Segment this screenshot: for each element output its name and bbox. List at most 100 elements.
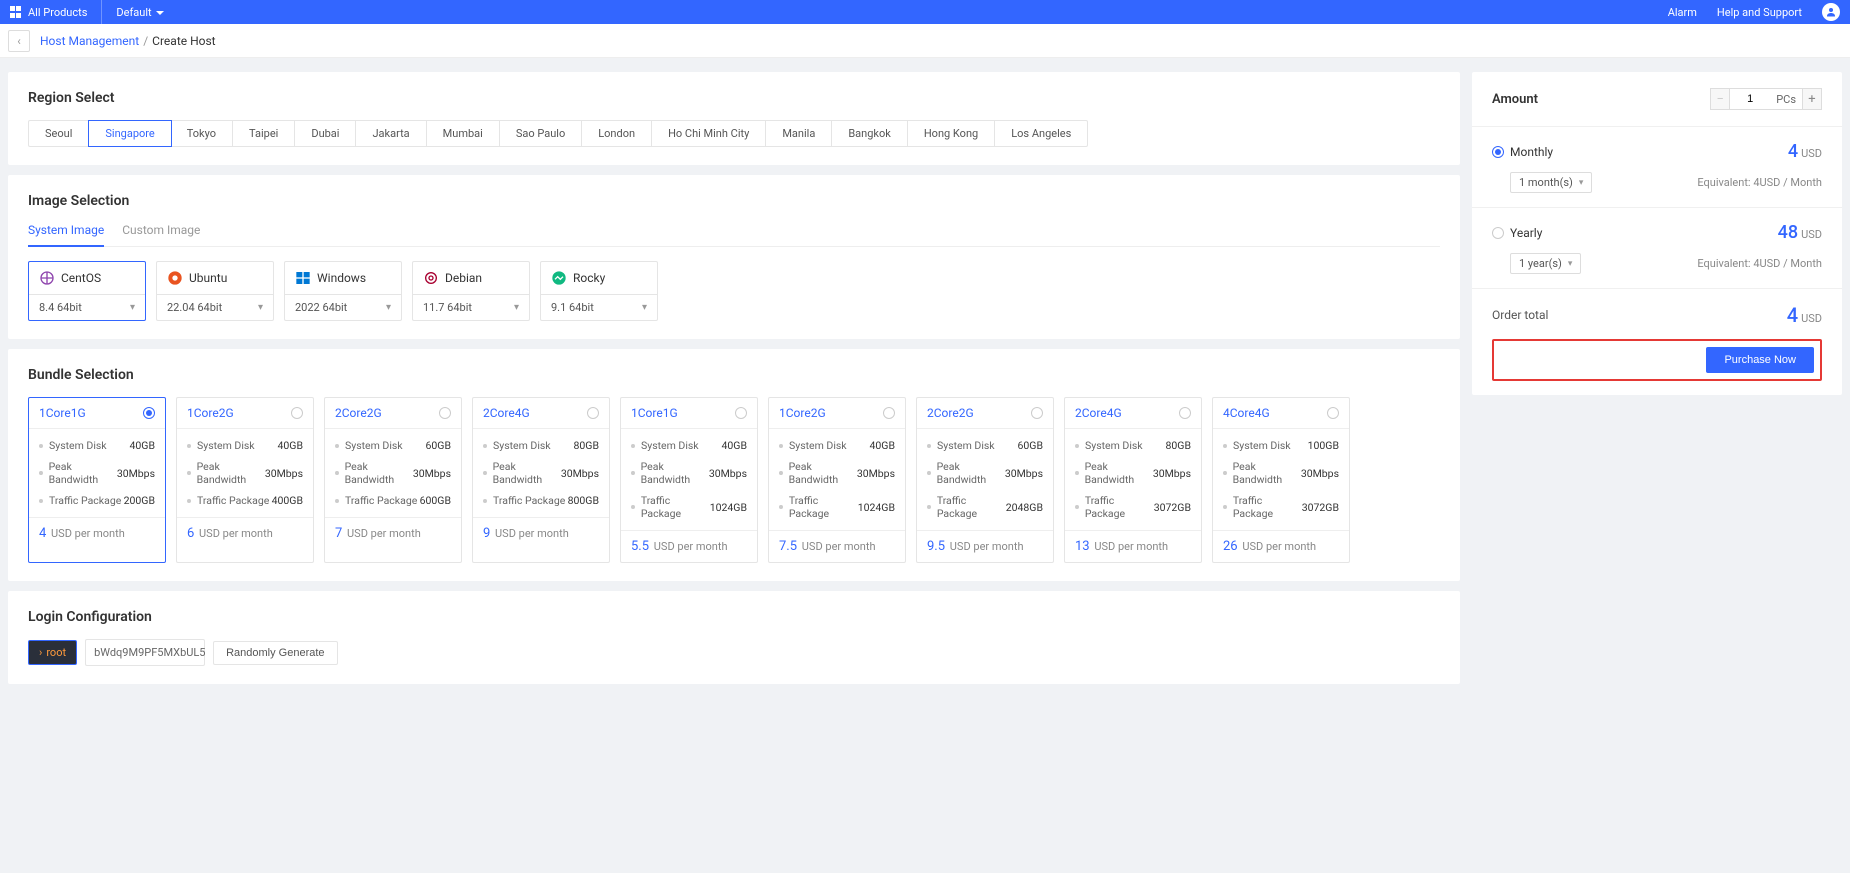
yearly-duration-select[interactable]: 1 year(s) ▾ <box>1510 253 1581 274</box>
spec-bw-label: Peak Bandwidth <box>1085 460 1153 486</box>
region-tab-ho-chi-minh-city[interactable]: Ho Chi Minh City <box>652 121 766 146</box>
apps-icon[interactable] <box>10 6 22 18</box>
spec-disk-label: System Disk <box>197 439 255 452</box>
spec-traffic-label: Traffic Package <box>493 494 565 507</box>
os-version-select[interactable]: 8.4 64bit▾ <box>29 294 145 320</box>
rocky-icon <box>551 270 567 286</box>
bundle-selection-card: Bundle Selection 1Core1GSystem Disk40GBP… <box>8 349 1460 581</box>
image-selection-card: Image Selection System Image Custom Imag… <box>8 175 1460 339</box>
tenant-selector[interactable]: Default <box>116 6 163 19</box>
yearly-block: Yearly 48USD 1 year(s) ▾ Equivalent: 4US… <box>1472 207 1842 288</box>
os-version-value: 8.4 64bit <box>39 301 82 314</box>
bundle-card[interactable]: 1Core1GSystem Disk40GBPeak Bandwidth30Mb… <box>620 397 758 563</box>
region-tab-london[interactable]: London <box>582 121 652 146</box>
region-tab-sao-paulo[interactable]: Sao Paulo <box>500 121 582 146</box>
bundle-price: 7.5 USD per month <box>769 530 905 562</box>
yearly-equivalent: Equivalent: 4USD / Month <box>1697 257 1822 270</box>
region-tab-los-angeles[interactable]: Los Angeles <box>995 121 1087 146</box>
region-tab-manila[interactable]: Manila <box>766 121 832 146</box>
spec-disk-value: 40GB <box>278 439 304 452</box>
bundle-price: 4 USD per month <box>29 517 165 549</box>
os-card-windows[interactable]: Windows2022 64bit▾ <box>284 261 402 321</box>
stepper-plus-button[interactable]: + <box>1802 88 1822 110</box>
os-version-select[interactable]: 11.7 64bit▾ <box>413 294 529 320</box>
bundle-card[interactable]: 1Core1GSystem Disk40GBPeak Bandwidth30Mb… <box>28 397 166 563</box>
os-card-rocky[interactable]: Rocky9.1 64bit▾ <box>540 261 658 321</box>
password-field[interactable]: bWdq9M9PF5MXbUL5 👁 <box>85 639 205 666</box>
randomly-generate-button[interactable]: Randomly Generate <box>213 641 337 665</box>
spec-bw-label: Peak Bandwidth <box>1233 460 1301 486</box>
purchase-now-button[interactable]: Purchase Now <box>1706 347 1814 373</box>
spec-disk-label: System Disk <box>1085 439 1143 452</box>
bundle-price: 9.5 USD per month <box>917 530 1053 562</box>
spec-bw-value: 30Mbps <box>857 467 895 480</box>
alarm-link[interactable]: Alarm <box>1668 6 1697 19</box>
spec-disk-label: System Disk <box>493 439 551 452</box>
os-card-centos[interactable]: CentOS8.4 64bit▾ <box>28 261 146 321</box>
spec-traffic-value: 400GB <box>272 494 303 507</box>
spec-disk-label: System Disk <box>49 439 107 452</box>
bundle-card[interactable]: 2Core4GSystem Disk80GBPeak Bandwidth30Mb… <box>472 397 610 563</box>
order-total-price: 4USD <box>1787 303 1822 327</box>
region-select-card: Region Select SeoulSingaporeTokyoTaipeiD… <box>8 72 1460 165</box>
radio-unchecked-icon <box>439 407 451 419</box>
bundle-card[interactable]: 4Core4GSystem Disk100GBPeak Bandwidth30M… <box>1212 397 1350 563</box>
stepper-unit: PCs <box>1770 88 1802 110</box>
region-tab-singapore[interactable]: Singapore <box>88 120 171 147</box>
os-card-ubuntu[interactable]: Ubuntu22.04 64bit▾ <box>156 261 274 321</box>
stepper-input[interactable] <box>1730 88 1770 110</box>
os-card-debian[interactable]: Debian11.7 64bit▾ <box>412 261 530 321</box>
monthly-radio[interactable]: Monthly <box>1492 145 1553 159</box>
stepper-minus-button[interactable]: − <box>1710 88 1730 110</box>
tab-custom-image[interactable]: Custom Image <box>122 223 200 246</box>
os-version-value: 9.1 64bit <box>551 301 594 314</box>
region-tab-mumbai[interactable]: Mumbai <box>427 121 500 146</box>
bundle-name: 4Core4G <box>1223 406 1270 420</box>
quantity-stepper[interactable]: − PCs + <box>1710 88 1822 110</box>
os-version-select[interactable]: 9.1 64bit▾ <box>541 294 657 320</box>
monthly-block: Monthly 4USD 1 month(s) ▾ Equivalent: 4U… <box>1472 126 1842 207</box>
spec-bw-label: Peak Bandwidth <box>641 460 709 486</box>
bundle-price: 6 USD per month <box>177 517 313 549</box>
os-list: CentOS8.4 64bit▾Ubuntu22.04 64bit▾Window… <box>28 261 1440 321</box>
os-version-select[interactable]: 2022 64bit▾ <box>285 294 401 320</box>
all-products-link[interactable]: All Products <box>28 6 87 19</box>
region-tab-seoul[interactable]: Seoul <box>29 121 89 146</box>
spec-traffic-label: Traffic Package <box>49 494 121 507</box>
user-avatar-icon[interactable] <box>1822 3 1840 21</box>
region-tab-taipei[interactable]: Taipei <box>233 121 295 146</box>
spec-disk-label: System Disk <box>1233 439 1291 452</box>
radio-unchecked-icon <box>1492 227 1504 239</box>
bundle-card[interactable]: 1Core2GSystem Disk40GBPeak Bandwidth30Mb… <box>176 397 314 563</box>
top-header: All Products Default Alarm Help and Supp… <box>0 0 1850 24</box>
region-tab-bangkok[interactable]: Bangkok <box>832 121 908 146</box>
os-version-select[interactable]: 22.04 64bit▾ <box>157 294 273 320</box>
region-tab-tokyo[interactable]: Tokyo <box>171 121 233 146</box>
spec-traffic-value: 600GB <box>420 494 451 507</box>
yearly-radio[interactable]: Yearly <box>1492 226 1542 240</box>
bundle-price: 13 USD per month <box>1065 530 1201 562</box>
tab-system-image[interactable]: System Image <box>28 223 104 247</box>
spec-disk-value: 40GB <box>722 439 748 452</box>
monthly-duration-select[interactable]: 1 month(s) ▾ <box>1510 172 1592 193</box>
order-summary-card: Amount − PCs + Monthly 4USD <box>1472 72 1842 395</box>
help-link[interactable]: Help and Support <box>1717 6 1802 19</box>
bundle-card[interactable]: 2Core4GSystem Disk80GBPeak Bandwidth30Mb… <box>1064 397 1202 563</box>
bundle-card[interactable]: 2Core2GSystem Disk60GBPeak Bandwidth30Mb… <box>916 397 1054 563</box>
spec-traffic-value: 1024GB <box>710 501 747 514</box>
region-tab-dubai[interactable]: Dubai <box>295 121 356 146</box>
spec-bw-label: Peak Bandwidth <box>49 460 117 486</box>
region-tab-jakarta[interactable]: Jakarta <box>356 121 426 146</box>
spec-disk-label: System Disk <box>789 439 847 452</box>
spec-disk-value: 60GB <box>1018 439 1044 452</box>
chevron-down-icon: ▾ <box>1579 178 1584 188</box>
spec-bw-value: 30Mbps <box>117 467 155 480</box>
back-button[interactable]: ‹ <box>8 30 30 52</box>
bundle-card[interactable]: 2Core2GSystem Disk60GBPeak Bandwidth30Mb… <box>324 397 462 563</box>
region-tab-hong-kong[interactable]: Hong Kong <box>908 121 995 146</box>
password-value: bWdq9M9PF5MXbUL5 <box>94 646 205 659</box>
monthly-equivalent: Equivalent: 4USD / Month <box>1697 176 1822 189</box>
bundle-card[interactable]: 1Core2GSystem Disk40GBPeak Bandwidth30Mb… <box>768 397 906 563</box>
breadcrumb-parent[interactable]: Host Management <box>40 34 139 48</box>
radio-unchecked-icon <box>291 407 303 419</box>
